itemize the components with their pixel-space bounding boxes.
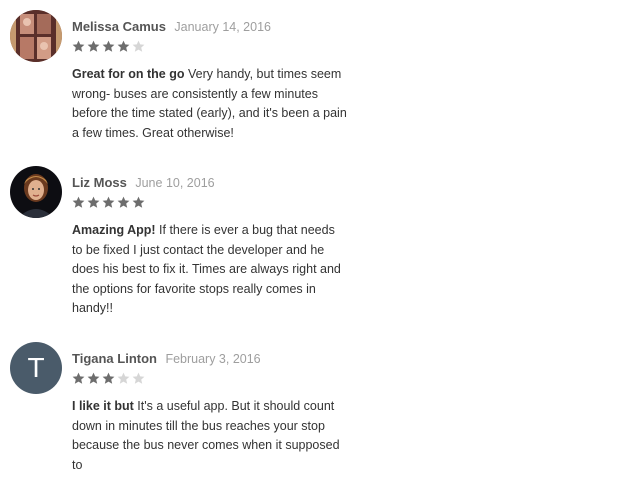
avatar[interactable] (10, 166, 62, 218)
star-rating (72, 40, 145, 54)
star-filled-icon (72, 372, 85, 384)
review-date: February 3, 2016 (165, 352, 261, 366)
review-title: Great for on the go (72, 67, 185, 81)
star-filled-icon (117, 40, 130, 52)
star-empty-icon (117, 372, 130, 384)
avatar[interactable] (10, 10, 62, 62)
star-filled-icon (87, 196, 100, 208)
star-filled-icon (102, 196, 115, 208)
star-filled-icon (117, 196, 130, 208)
review-body: I like it but It's a useful app. But it … (72, 397, 347, 475)
avatar-photo (10, 10, 62, 62)
star-filled-icon (87, 40, 100, 52)
review-author[interactable]: Melissa Camus (72, 19, 166, 34)
star-filled-icon (87, 372, 100, 384)
star-empty-icon (132, 40, 145, 52)
avatar-letter: T (10, 342, 62, 394)
star-filled-icon (132, 196, 145, 208)
review-body: Amazing App! If there is ever a bug that… (72, 221, 347, 319)
avatar-photo (10, 166, 62, 218)
review-date: January 14, 2016 (174, 20, 271, 34)
star-rating (72, 372, 145, 386)
review-title: Amazing App! (72, 223, 156, 237)
star-filled-icon (72, 40, 85, 52)
star-filled-icon (72, 196, 85, 208)
star-rating (72, 196, 145, 210)
review-body: Great for on the go Very handy, but time… (72, 65, 347, 143)
review-author[interactable]: Liz Moss (72, 175, 127, 190)
star-empty-icon (132, 372, 145, 384)
review-author[interactable]: Tigana Linton (72, 351, 157, 366)
review-title: I like it but (72, 399, 134, 413)
review-date: June 10, 2016 (135, 176, 215, 190)
avatar[interactable]: T (10, 342, 62, 394)
star-filled-icon (102, 372, 115, 384)
star-filled-icon (102, 40, 115, 52)
